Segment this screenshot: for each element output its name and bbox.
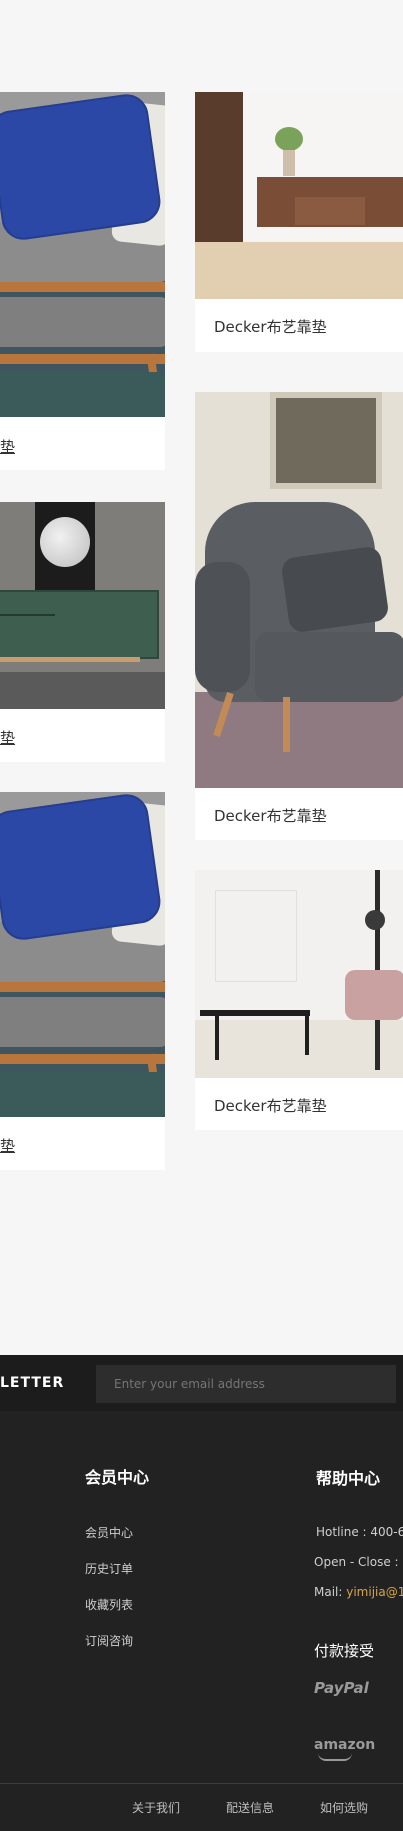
footer-link-member-center[interactable]: 会员中心 bbox=[85, 1524, 133, 1541]
payment-title: 付款接受 bbox=[314, 1642, 375, 1660]
footer-bottom-delivery[interactable]: 配送信息 bbox=[226, 1799, 274, 1816]
footer-link-subscribe[interactable]: 订阅咨询 bbox=[85, 1632, 133, 1649]
email-input[interactable] bbox=[96, 1365, 396, 1403]
product-image[interactable] bbox=[0, 92, 165, 417]
product-name[interactable]: Decker布艺靠垫 bbox=[214, 805, 403, 826]
footer: 会员中心 会员中心 历史订单 收藏列表 订阅咨询 帮助中心 Hotline : … bbox=[0, 1411, 403, 1831]
newsletter-bar: LETTER bbox=[0, 1355, 403, 1411]
footer-link-favorites[interactable]: 收藏列表 bbox=[85, 1596, 133, 1613]
product-image[interactable] bbox=[0, 502, 165, 709]
hours-text: Open - Close : 09 bbox=[314, 1555, 403, 1569]
newsletter-title: LETTER bbox=[0, 1375, 65, 1391]
product-image[interactable] bbox=[0, 792, 165, 1117]
mail-text: Mail: yimijia@16 bbox=[314, 1585, 403, 1599]
member-center-title: 会员中心 bbox=[85, 1468, 150, 1487]
product-name[interactable]: 垫 bbox=[0, 436, 165, 457]
product-image[interactable] bbox=[195, 392, 403, 788]
footer-divider bbox=[0, 1783, 403, 1784]
product-image[interactable] bbox=[195, 92, 403, 299]
mail-link[interactable]: yimijia@16 bbox=[346, 1585, 403, 1599]
footer-link-order-history[interactable]: 历史订单 bbox=[85, 1560, 133, 1577]
product-name[interactable]: Decker布艺靠垫 bbox=[214, 1095, 403, 1116]
product-card[interactable]: 垫 bbox=[0, 92, 165, 470]
product-card[interactable]: Decker布艺靠垫 bbox=[195, 870, 403, 1130]
product-image[interactable] bbox=[195, 870, 403, 1078]
product-card[interactable]: Decker布艺靠垫 bbox=[195, 92, 403, 352]
product-card[interactable]: 垫 bbox=[0, 792, 165, 1170]
footer-bottom-about[interactable]: 关于我们 bbox=[132, 1799, 180, 1816]
amazon-smile-icon bbox=[318, 1753, 352, 1761]
amazon-logo: amazon bbox=[314, 1737, 376, 1753]
footer-bottom-howtobuy[interactable]: 如何选购 bbox=[320, 1799, 368, 1816]
mail-label: Mail: bbox=[314, 1585, 343, 1599]
help-center-title: 帮助中心 bbox=[316, 1469, 381, 1488]
product-name[interactable]: Decker布艺靠垫 bbox=[214, 316, 403, 337]
product-name[interactable]: 垫 bbox=[0, 1135, 165, 1156]
product-card[interactable]: 垫 bbox=[0, 502, 165, 762]
product-card[interactable]: Decker布艺靠垫 bbox=[195, 392, 403, 840]
product-name[interactable]: 垫 bbox=[0, 727, 165, 748]
paypal-logo: PayPal bbox=[314, 1679, 369, 1697]
hotline-text: Hotline : 400-671 bbox=[316, 1525, 403, 1539]
